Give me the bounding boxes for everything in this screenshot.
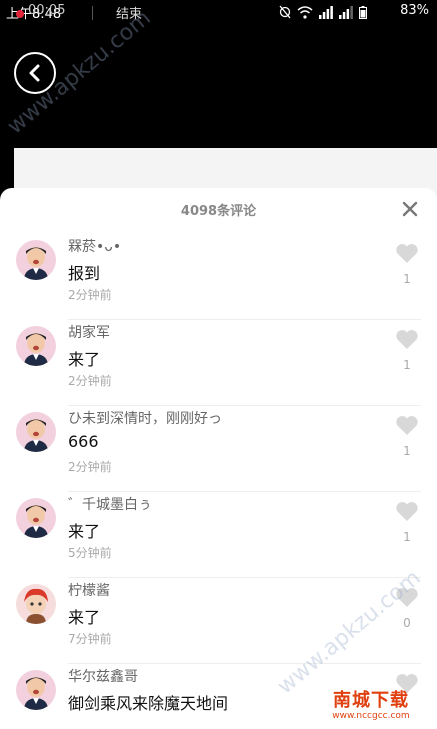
end-recording-label[interactable]: 结束: [116, 3, 142, 22]
avatar[interactable]: [16, 584, 56, 624]
comment-text: 报到: [68, 264, 101, 283]
comment-username[interactable]: 柠檬酱: [68, 580, 110, 600]
like-button[interactable]: 1: [395, 414, 419, 458]
comment-item: 胡家军 来了 2分钟前 1: [0, 320, 437, 406]
like-button[interactable]: 1: [395, 328, 419, 372]
comment-item: ゛千城墨白ぅ 来了 5分钟前 1: [0, 492, 437, 578]
comment-time: 2分钟前: [68, 288, 112, 302]
close-icon: [402, 201, 418, 217]
comment-username[interactable]: ひ未到深情时，刚刚好っ: [68, 408, 222, 428]
heart-icon: [396, 330, 418, 349]
record-dot: [16, 10, 24, 18]
site-logo: 南城下载 www.nccgcc.com: [311, 691, 431, 723]
comment-username[interactable]: 胡家军: [68, 322, 110, 342]
comment-time: 2分钟前: [68, 460, 112, 474]
like-count: 1: [403, 358, 411, 372]
avatar[interactable]: [16, 412, 56, 452]
like-count: 1: [403, 530, 411, 544]
comment-item: 槑菸•ᴗ• 报到 2分钟前 1: [0, 234, 437, 320]
comment-username[interactable]: 华尔兹鑫哥: [68, 666, 138, 686]
heart-icon: [396, 416, 418, 435]
heart-icon: [396, 502, 418, 521]
signal-icon: [319, 6, 333, 19]
chevron-left-icon: [29, 64, 40, 82]
avatar[interactable]: [16, 498, 56, 538]
heart-icon: [396, 244, 418, 263]
status-bar: 上午8:48 00:05 结束 83%: [0, 0, 437, 24]
record-timer: 00:05: [28, 3, 66, 18]
comment-time: 2分钟前: [68, 374, 112, 388]
comment-text: 666: [68, 432, 99, 451]
like-count: 1: [403, 272, 411, 286]
comment-text: 来了: [68, 522, 101, 541]
wifi-icon: [297, 6, 313, 19]
comment-text: 来了: [68, 608, 101, 627]
battery-icon: [359, 6, 367, 19]
avatar[interactable]: [16, 326, 56, 366]
signal-2-icon: [339, 6, 353, 19]
like-count: 0: [403, 616, 411, 630]
comment-item: 柠檬酱 来了 7分钟前 0: [0, 578, 437, 664]
comment-count-title: 4098条评论: [180, 204, 257, 219]
like-button[interactable]: 1: [395, 500, 419, 544]
like-button[interactable]: 0: [395, 586, 419, 630]
like-count: 1: [403, 444, 411, 458]
avatar[interactable]: [16, 670, 56, 710]
logo-main-text: 南城下载: [333, 690, 409, 711]
comment-username[interactable]: ゛千城墨白ぅ: [68, 494, 152, 514]
comment-text: 御剑乘风来除魔天地间: [68, 694, 229, 713]
like-button[interactable]: 1: [395, 242, 419, 286]
logo-sub-text: www.nccgcc.com: [332, 711, 410, 721]
battery-percent: 83%: [400, 3, 429, 18]
comment-time: 5分钟前: [68, 546, 112, 560]
status-separator: [92, 6, 93, 20]
back-button[interactable]: [14, 52, 56, 94]
comment-text: 来了: [68, 350, 101, 369]
status-icons: [279, 5, 367, 19]
close-button[interactable]: [401, 200, 419, 218]
comments-sheet: 4098条评论 槑菸•ᴗ• 报到 2分钟前 1 胡家军 来了 2分钟前 1 ひ未…: [0, 188, 437, 729]
comment-time: 7分钟前: [68, 632, 112, 646]
avatar[interactable]: [16, 240, 56, 280]
alarm-off-icon: [279, 5, 291, 19]
comment-username[interactable]: 槑菸•ᴗ•: [68, 236, 121, 256]
heart-icon: [396, 588, 418, 607]
comment-item: ひ未到深情时，刚刚好っ 666 2分钟前 1: [0, 406, 437, 492]
